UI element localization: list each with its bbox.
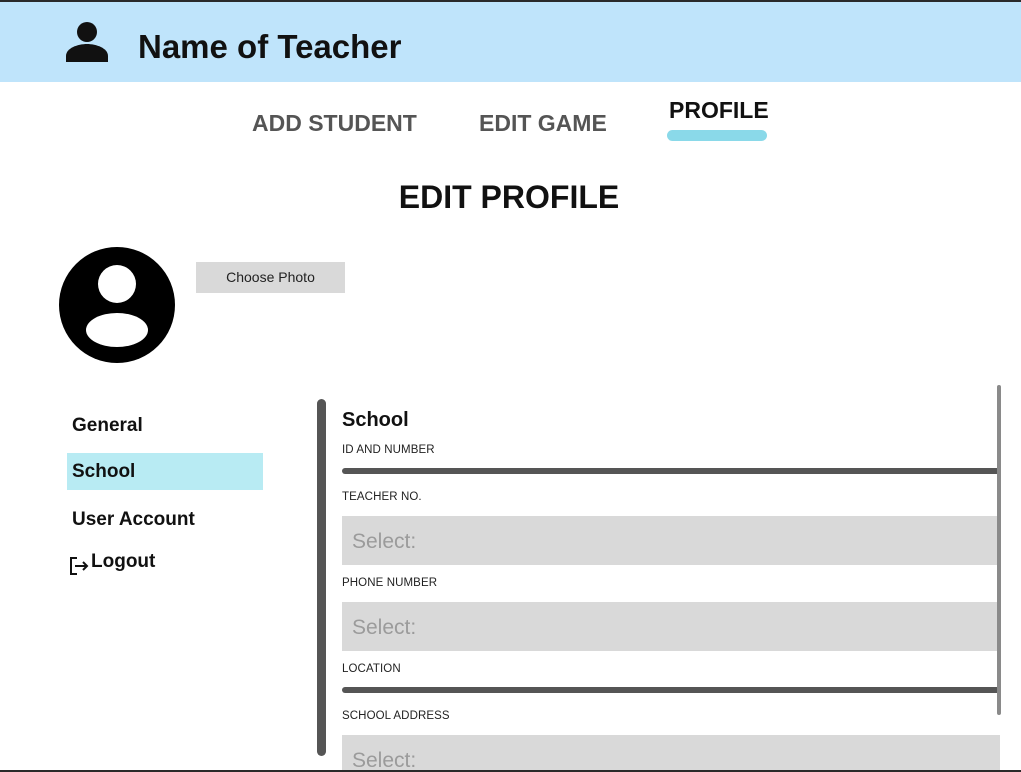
logout-icon	[68, 552, 89, 575]
teacher-name: Name of Teacher	[138, 28, 402, 65]
avatar-icon	[59, 247, 175, 363]
app-header: Name of Teacher	[0, 0, 1021, 82]
sidebar-item-label: Logout	[91, 551, 156, 572]
sidebar-item-user-account[interactable]: User Account	[67, 501, 263, 538]
page-title: EDIT PROFILE	[398, 179, 620, 215]
select-placeholder: Select:	[352, 616, 417, 639]
tab-profile[interactable]: PROFILE	[669, 99, 769, 122]
sidebar-item-logout[interactable]: Logout	[67, 543, 263, 580]
section-title: School	[342, 409, 409, 431]
teacher-no-select[interactable]: Select:	[342, 516, 1000, 565]
profile-sidebar: General School User Account Logout	[67, 405, 267, 585]
profile-photo-section: Choose Photo	[59, 247, 349, 363]
school-address-label: SCHOOL ADDRESS	[342, 710, 450, 722]
school-address-select[interactable]: Select:	[342, 735, 1000, 770]
main-nav: ADD STUDENT EDIT GAME PROFILE	[240, 95, 780, 145]
phone-number-select[interactable]: Select:	[342, 602, 1000, 651]
school-form: School ID AND NUMBER TEACHER NO. Select:…	[342, 400, 1002, 770]
sidebar-item-general[interactable]: General	[67, 407, 263, 444]
select-placeholder: Select:	[352, 749, 417, 770]
phone-number-label: PHONE NUMBER	[342, 577, 438, 589]
tab-edit-game[interactable]: EDIT GAME	[479, 112, 607, 135]
active-tab-indicator	[667, 130, 767, 141]
location-input[interactable]	[342, 687, 1000, 693]
sidebar-item-school[interactable]: School	[67, 453, 263, 490]
teacher-no-label: TEACHER NO.	[342, 491, 422, 503]
id-and-number-label: ID AND NUMBER	[342, 444, 435, 456]
person-icon	[66, 22, 108, 62]
select-placeholder: Select:	[352, 530, 417, 553]
tab-add-student[interactable]: ADD STUDENT	[252, 112, 417, 135]
choose-photo-button[interactable]: Choose Photo	[196, 262, 345, 293]
location-label: LOCATION	[342, 663, 401, 675]
id-and-number-input[interactable]	[342, 468, 1000, 474]
sidebar-scrollbar[interactable]	[317, 399, 326, 756]
form-scrollbar[interactable]	[997, 385, 1001, 715]
